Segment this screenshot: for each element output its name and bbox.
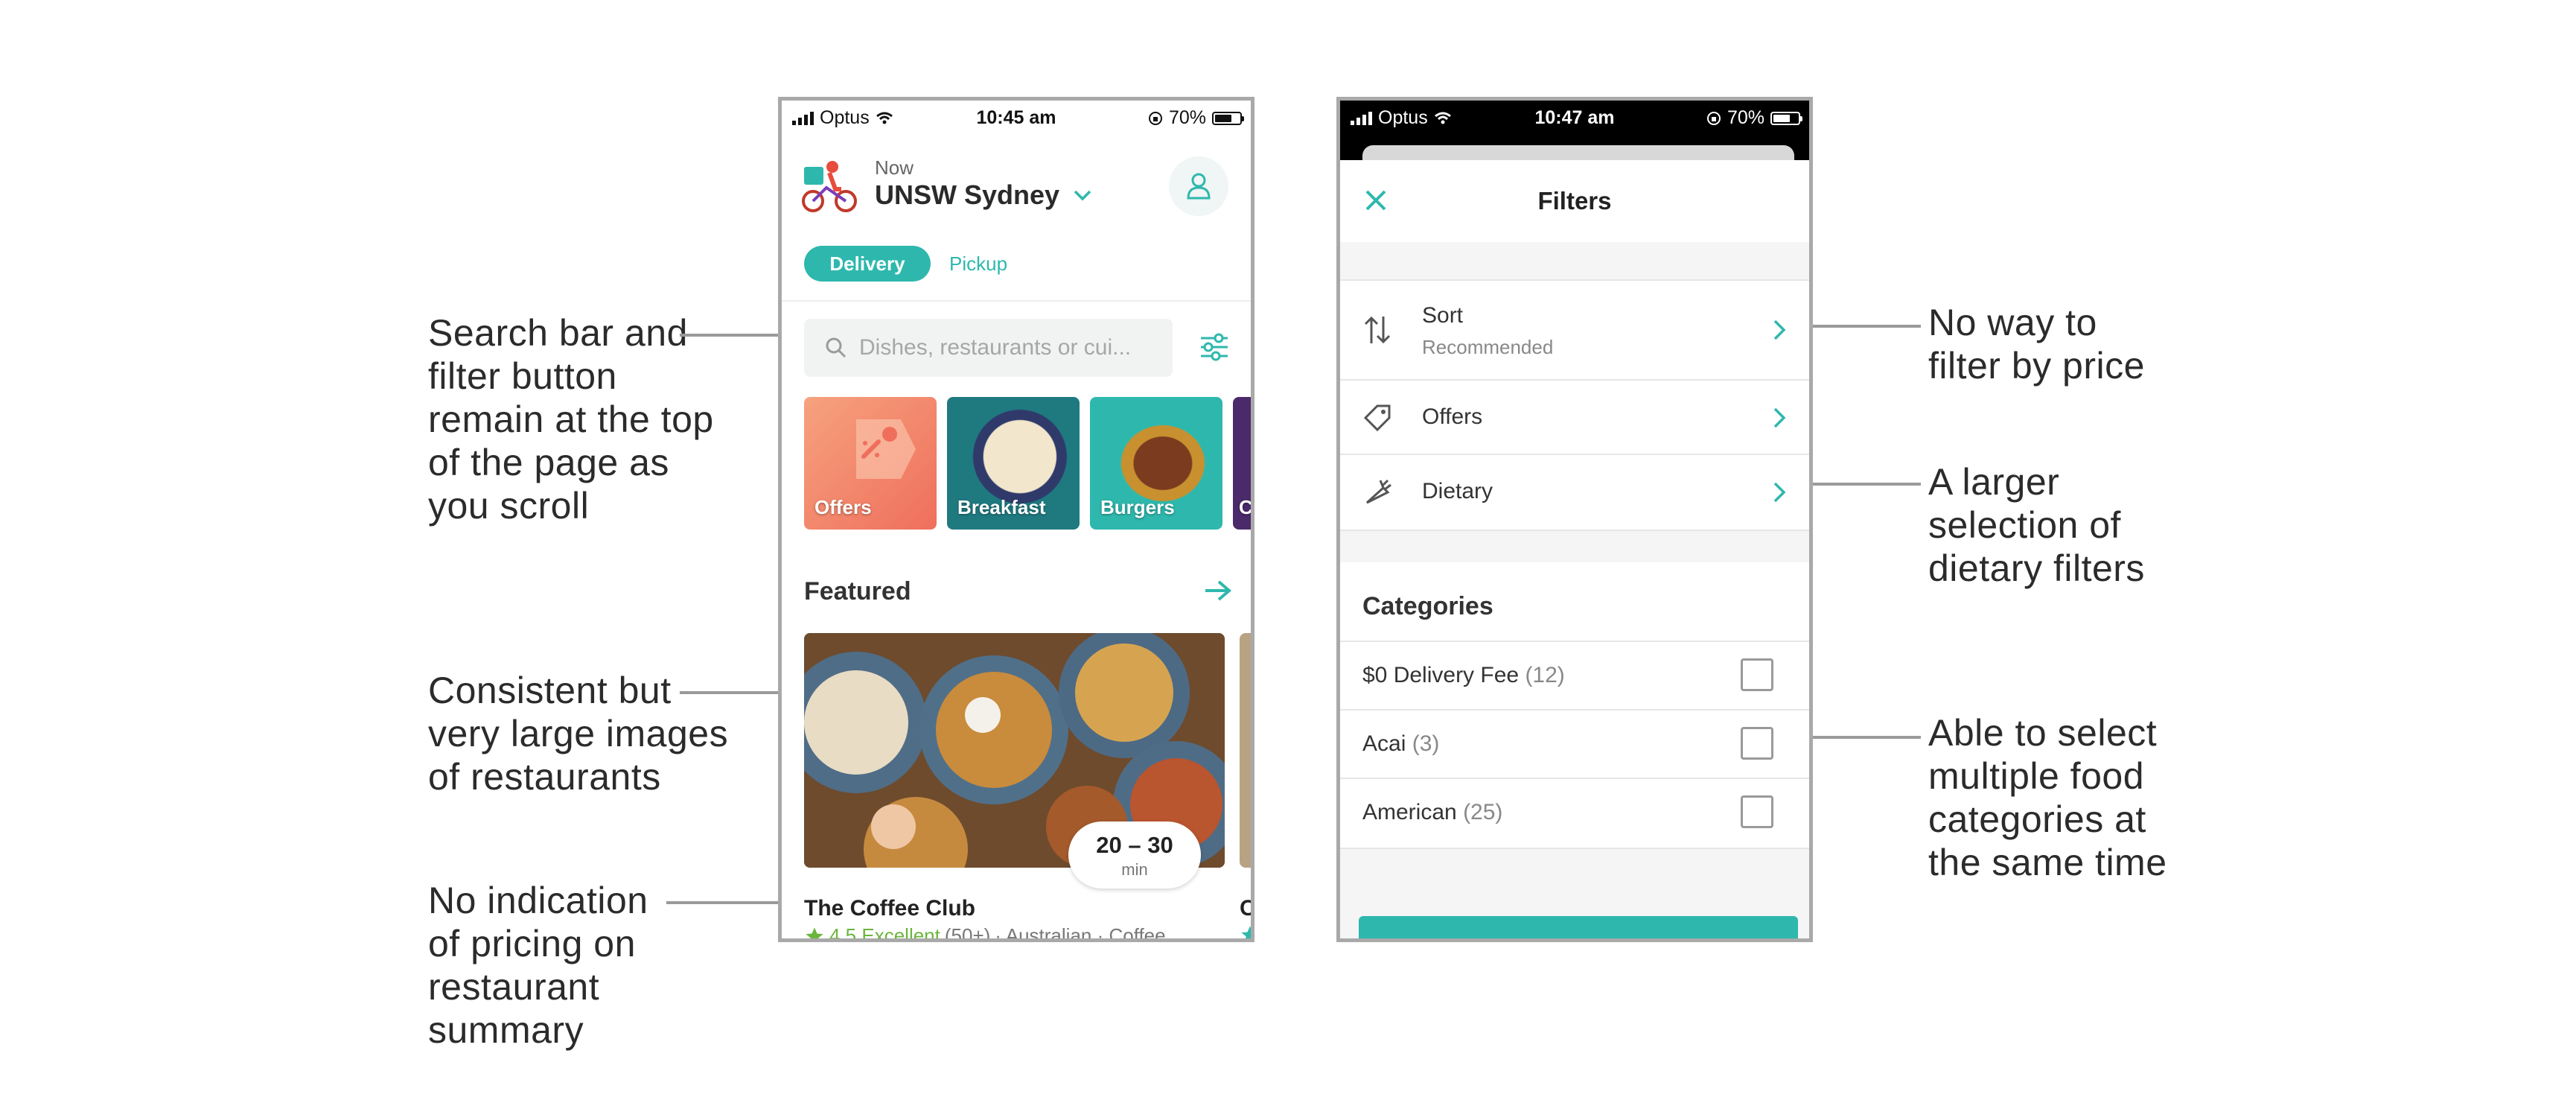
arrow-right-icon[interactable] [1202,577,1234,604]
category-row-label: American (25) [1362,800,1503,824]
filter-row-label: Sort [1422,303,1464,328]
status-bar: Optus 10:47 am 70% [1340,101,1809,136]
chevron-right-icon [1773,320,1786,340]
chevron-down-icon [1074,190,1091,201]
user-icon [1187,173,1211,200]
sort-arrows-icon [1364,316,1391,344]
category-tile-breakfast[interactable]: Breakfast [947,397,1080,530]
category-label: C [1239,496,1253,518]
annotation-pricing: No indication of pricing on restaurant s… [428,880,648,1051]
category-checkbox[interactable] [1741,658,1773,691]
tab-delivery[interactable]: Delivery [804,246,931,282]
filter-button[interactable] [1195,328,1234,366]
review-count: (50+) [944,924,991,942]
category-row-label: Acai (3) [1362,731,1440,756]
star-icon [1241,926,1251,938]
chevron-right-icon [1773,482,1786,503]
category-tile-burgers[interactable]: Burgers [1090,397,1222,530]
orientation-lock-icon [1148,111,1162,125]
search-input[interactable]: Dishes, restaurants or cui... [804,319,1173,377]
filter-row-dietary[interactable]: Dietary [1340,454,1809,531]
location-name: UNSW Sydney [875,179,1060,210]
battery-icon [1212,111,1244,125]
filters-sheet: Filters Sort Recommended Offers Dietary … [1340,160,1809,938]
done-button[interactable]: Done [1359,916,1798,938]
cuisine-tags: · Australian · Coffee [995,924,1166,942]
restaurant-meta: 4.5 Excellent (50+) · Australian · Coffe… [804,924,1166,942]
rating-label: 4.5 Excellent [829,924,940,942]
filter-row-value: Recommended [1422,336,1554,358]
eta-badge: 20 – 30 min [1068,821,1201,889]
phone-screen-filters: Optus 10:47 am 70% Filters Sort Recommen… [1336,97,1813,942]
restaurant-hero-image-partial[interactable] [1240,633,1251,868]
category-row-label: $0 Delivery Fee (12) [1362,663,1565,687]
status-bar: Optus 10:45 am 70% [782,101,1251,136]
orientation-lock-icon [1706,111,1721,125]
category-label: Breakfast [957,496,1046,518]
search-icon [826,337,847,358]
delivery-rider-icon [802,161,857,212]
sheet-title: Filters [1537,187,1612,214]
eta-unit: min [1121,860,1148,879]
chevron-right-icon [1773,407,1786,428]
filter-row-label: Offers [1422,404,1483,429]
tab-pickup[interactable]: Pickup [949,246,1007,282]
profile-button[interactable] [1169,156,1228,216]
carrot-icon [1365,479,1391,504]
filter-row-label: Dietary [1422,479,1493,503]
category-tile-offers[interactable]: Offers [804,397,937,530]
category-row[interactable]: $0 Delivery Fee (12) [1340,641,1809,711]
restaurant-name-partial[interactable]: Ca [1240,896,1251,921]
delivery-time-label: Now [875,156,914,179]
restaurant-name[interactable]: The Coffee Club [804,896,975,921]
annotation-images: Consistent but very large images of rest… [428,670,729,798]
eta-range: 20 – 30 [1096,832,1173,858]
battery-percent: 70% [1168,107,1206,128]
category-checkbox[interactable] [1741,727,1773,760]
annotation-dietary: A larger selection of dietary filters [1928,461,2145,589]
category-checkbox[interactable] [1741,795,1773,828]
category-label: Burgers [1100,496,1175,518]
category-row[interactable]: American (25) [1340,778,1809,849]
search-placeholder: Dishes, restaurants or cui... [859,335,1132,360]
star-icon [806,927,823,938]
sliders-icon [1201,333,1228,361]
filter-row-sort[interactable]: Sort Recommended [1340,279,1809,381]
leader-line [1802,483,1921,486]
battery-icon [1770,111,1802,125]
category-row[interactable]: Acai (3) [1340,709,1809,779]
sheet-header: Filters [1340,160,1809,242]
annotation-price-filter: No way to filter by price [1928,302,2145,387]
leader-line [666,901,797,904]
annotation-search-bar: Search bar and filter button remain at t… [428,312,714,527]
phone-screen-home: Optus 10:45 am 70% Now UNSW Sydney Deliv… [778,97,1254,942]
category-tile-partial[interactable]: C [1233,397,1253,530]
filter-row-offers[interactable]: Offers [1340,379,1809,455]
leader-line [1802,325,1921,328]
section-title-featured: Featured [804,577,911,606]
location-selector[interactable]: UNSW Sydney [875,179,1092,211]
tag-icon [856,419,916,479]
battery-percent: 70% [1727,107,1764,128]
divider [782,300,1251,302]
category-label: Offers [814,496,872,518]
categories-title: Categories [1362,592,1493,620]
tag-icon [1363,404,1391,432]
annotation-multi-select: Able to select multiple food categories … [1928,712,2167,883]
